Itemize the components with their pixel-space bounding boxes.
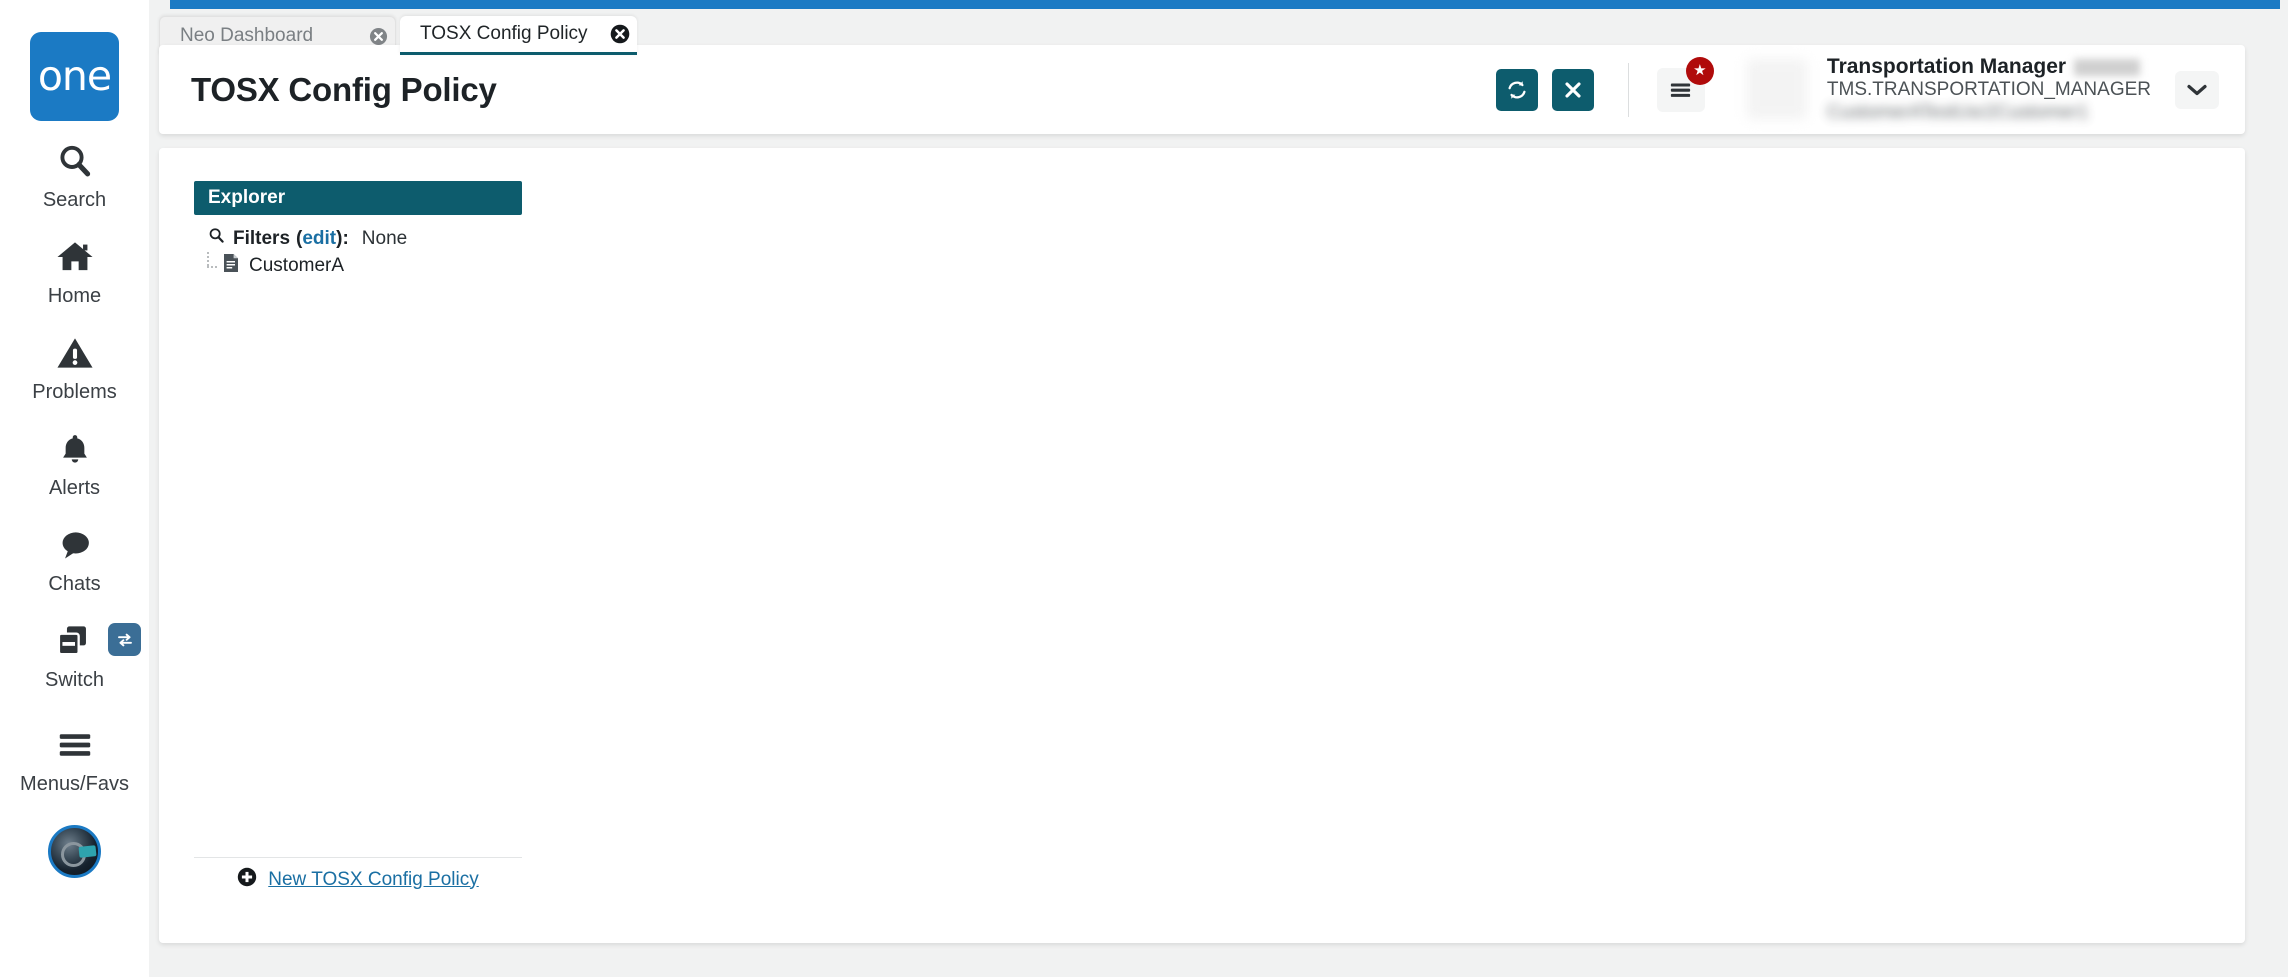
logo-text: one [37, 52, 112, 100]
explorer-panel: Explorer Filters ( edit ): None Custome… [194, 181, 522, 901]
rail-item-label: Home [47, 285, 102, 307]
explorer-filters-row: Filters ( edit ) : None [194, 225, 522, 252]
rail-item-alerts[interactable]: Alerts [0, 409, 149, 505]
new-tosx-config-policy-label: New TOSX Config Policy [268, 868, 479, 890]
rail-item-switch[interactable]: Switch [0, 601, 149, 697]
page-menu-button[interactable]: ★ [1656, 56, 1714, 112]
header-divider [1627, 62, 1629, 117]
user-menu-toggle[interactable] [2175, 70, 2219, 109]
user-role-code: TMS.TRANSPORTATION_MANAGER [1826, 79, 2151, 101]
star-icon: ★ [1693, 62, 1707, 79]
rail-item-home[interactable]: Home [0, 217, 149, 313]
user-role-label: Transportation Manager [1826, 54, 2067, 78]
home-icon [56, 235, 94, 279]
close-page-button[interactable] [1551, 68, 1594, 111]
new-tosx-config-policy-button[interactable]: New TOSX Config Policy [237, 867, 479, 892]
refresh-button[interactable] [1495, 68, 1538, 111]
warning-triangle-icon [56, 331, 94, 375]
x-icon [1565, 81, 1581, 98]
chat-bubble-icon [56, 523, 94, 567]
tree-connector-icon [204, 252, 222, 275]
explorer-body: Filters ( edit ) : None CustomerA [194, 215, 522, 857]
refresh-icon [1508, 80, 1526, 99]
chevron-down-icon [2187, 84, 2207, 95]
switch-toggle-badge[interactable] [108, 623, 141, 656]
close-circle-icon[interactable] [603, 15, 637, 54]
redacted-suffix [2074, 58, 2141, 76]
rail-item-menus-favs[interactable]: Menus/Favs [0, 697, 149, 801]
explorer-footer: New TOSX Config Policy [194, 857, 522, 901]
robot-avatar-icon[interactable] [48, 825, 101, 878]
page-body-card: Explorer Filters ( edit ): None Custome… [159, 148, 2245, 943]
left-navigation-rail: one Search Home Problems Alerts Chats Sw… [0, 0, 149, 977]
tab-label: Neo Dashboard [180, 25, 314, 46]
rail-item-chats[interactable]: Chats [0, 505, 149, 601]
tree-item-label: CustomerA [249, 255, 345, 276]
search-icon [208, 227, 225, 250]
explorer-header: Explorer [194, 181, 522, 215]
hamburger-icon [57, 723, 93, 767]
swap-arrows-icon [117, 633, 132, 646]
filters-label: Filters [233, 227, 291, 249]
hamburger-icon [1671, 82, 1691, 97]
top-accent-bar [170, 0, 2280, 9]
rail-item-label: Search [42, 189, 107, 211]
bell-icon [58, 427, 92, 471]
filters-colon: : [342, 227, 349, 249]
rail-item-label: Switch [45, 669, 104, 691]
rail-item-problems[interactable]: Problems [0, 313, 149, 409]
tab-label: TOSX Config Policy [420, 23, 588, 44]
filters-value: None [361, 227, 408, 249]
user-role: Transportation Manager [1827, 55, 2151, 80]
user-organization: CustomerATestUsr2Customer1 [1826, 101, 2089, 123]
user-profile-block[interactable]: Transportation Manager TMS.TRANSPORTATIO… [1746, 55, 2151, 125]
rail-item-label: Problems [32, 381, 117, 403]
rail-item-search[interactable]: Search [0, 121, 149, 217]
windows-stack-icon [56, 619, 94, 663]
explorer-title: Explorer [208, 187, 286, 208]
explorer-tree-item[interactable]: CustomerA [194, 252, 522, 280]
document-icon [222, 253, 240, 279]
user-profile-text: Transportation Manager TMS.TRANSPORTATIO… [1827, 55, 2151, 125]
rail-item-label: Alerts [48, 477, 101, 499]
rail-item-label: Menus/Favs [20, 773, 129, 795]
tab-tosx-config-policy[interactable]: TOSX Config Policy [400, 16, 637, 55]
application-window: one Search Home Problems Alerts Chats Sw… [0, 0, 2288, 977]
search-icon [57, 139, 93, 183]
filters-edit-link[interactable]: edit [302, 228, 336, 250]
tab-strip: Neo Dashboard TOSX Config Policy [149, 9, 2288, 55]
rail-item-label: Chats [48, 573, 101, 595]
favorites-star-badge: ★ [1685, 56, 1714, 85]
page-title: TOSX Config Policy [191, 70, 497, 108]
main-region: Neo Dashboard TOSX Config Policy TOSX Co… [149, 0, 2288, 977]
plus-circle-icon [237, 867, 257, 892]
avatar [1746, 59, 1807, 120]
page-header-card: TOSX Config Policy ★ Transportation Mana… [159, 45, 2245, 134]
one-network-logo[interactable]: one [30, 32, 119, 121]
